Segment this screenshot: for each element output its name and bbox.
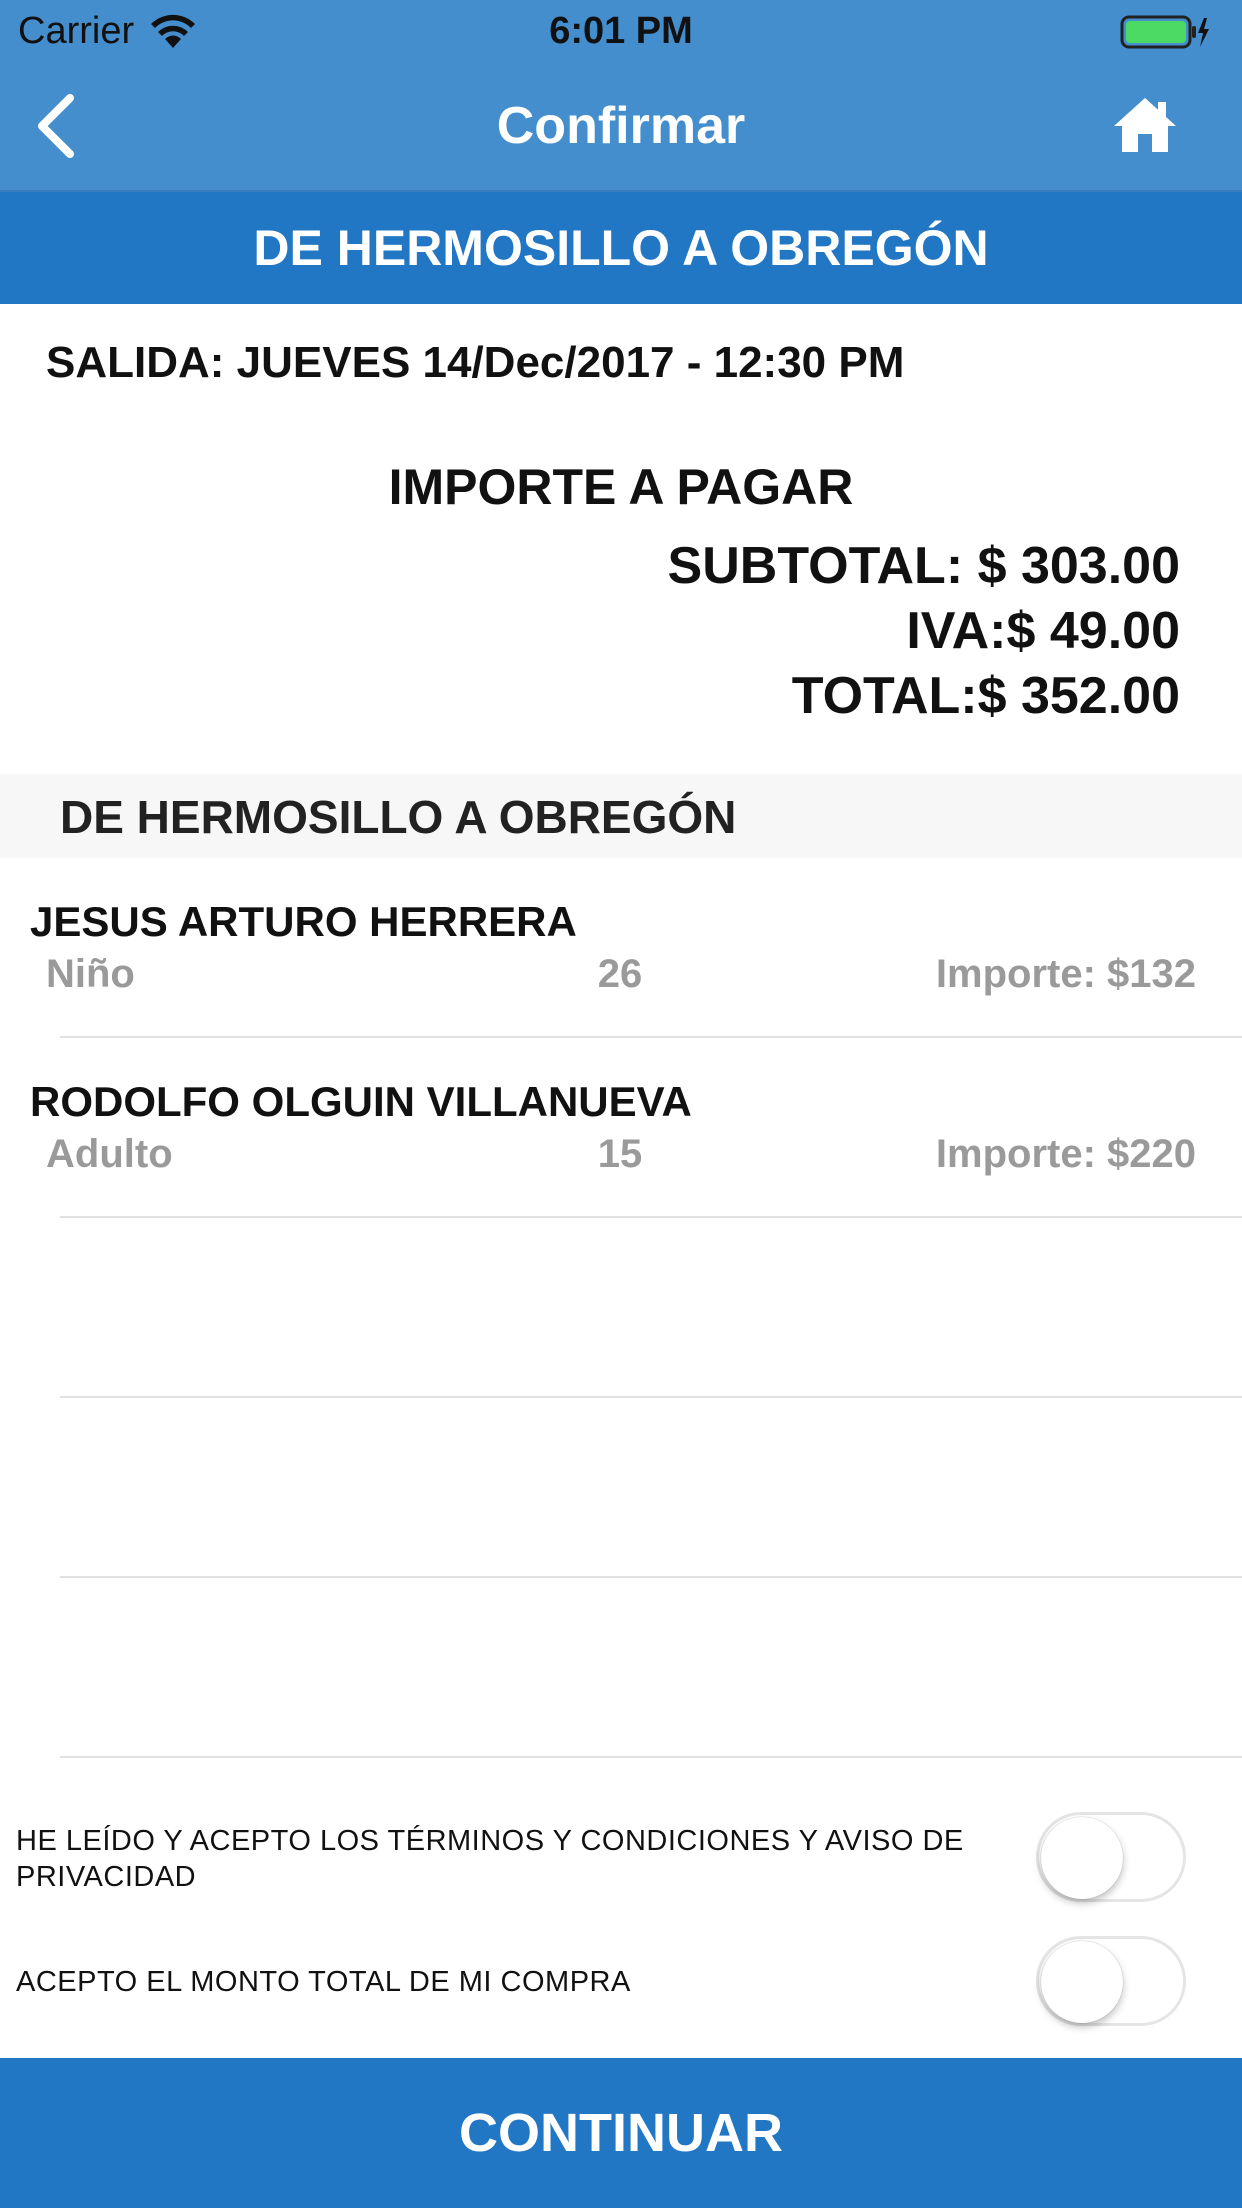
passenger-seat: 15: [597, 1132, 643, 1176]
row-divider: [60, 1216, 1242, 1218]
passenger-type: Adulto: [46, 1132, 173, 1176]
passenger-name: JESUS ARTURO HERRERA: [30, 898, 577, 945]
importe-title: IMPORTE A PAGAR: [388, 459, 854, 515]
passenger-seat: 26: [597, 952, 643, 996]
continue-button[interactable]: CONTINUAR: [0, 2058, 1242, 2208]
nav-title: Confirmar: [496, 97, 746, 155]
toggle-knob: [1041, 1817, 1123, 1899]
departure-info: SALIDA: JUEVES 14/Dec/2017 - 12:30 PM: [46, 338, 905, 387]
passenger-type: Niño: [46, 952, 135, 996]
home-icon[interactable]: [1112, 96, 1178, 154]
trip-section-header: DE HERMOSILLO A OBREGÓN: [0, 774, 1242, 858]
section-header-label: DE HERMOSILLO A OBREGÓN: [60, 791, 737, 843]
privacy-terms-toggle[interactable]: [1036, 1812, 1186, 1902]
battery-icon: [1120, 15, 1209, 49]
amount-accept-toggle[interactable]: [1036, 1936, 1186, 2026]
subtotal-amount: SUBTOTAL: $ 303.00: [667, 537, 1180, 595]
row-divider: [60, 1396, 1242, 1398]
passenger-importe: Importe: $132: [935, 952, 1196, 996]
route-banner: DE HERMOSILLO A OBREGÓN: [0, 192, 1242, 304]
privacy-terms-label: HE LEÍDO Y ACEPTO LOS TÉRMINOS Y CONDICI…: [16, 1825, 964, 1893]
amount-accept-label: ACEPTO EL MONTO TOTAL DE MI COMPRA: [16, 1966, 631, 1998]
charging-bolt-icon: [1198, 18, 1209, 47]
row-divider: [60, 1576, 1242, 1578]
toggle-knob: [1041, 1941, 1123, 2023]
row-divider: [60, 1756, 1242, 1758]
total-amount: TOTAL:$ 352.00: [791, 667, 1180, 725]
passenger-name: RODOLFO OLGUIN VILLANUEVA: [30, 1078, 692, 1125]
iva-amount: IVA:$ 49.00: [906, 602, 1180, 660]
passenger-importe: Importe: $220: [935, 1132, 1196, 1176]
row-divider: [60, 1036, 1242, 1038]
status-time: 6:01 PM: [549, 10, 693, 52]
